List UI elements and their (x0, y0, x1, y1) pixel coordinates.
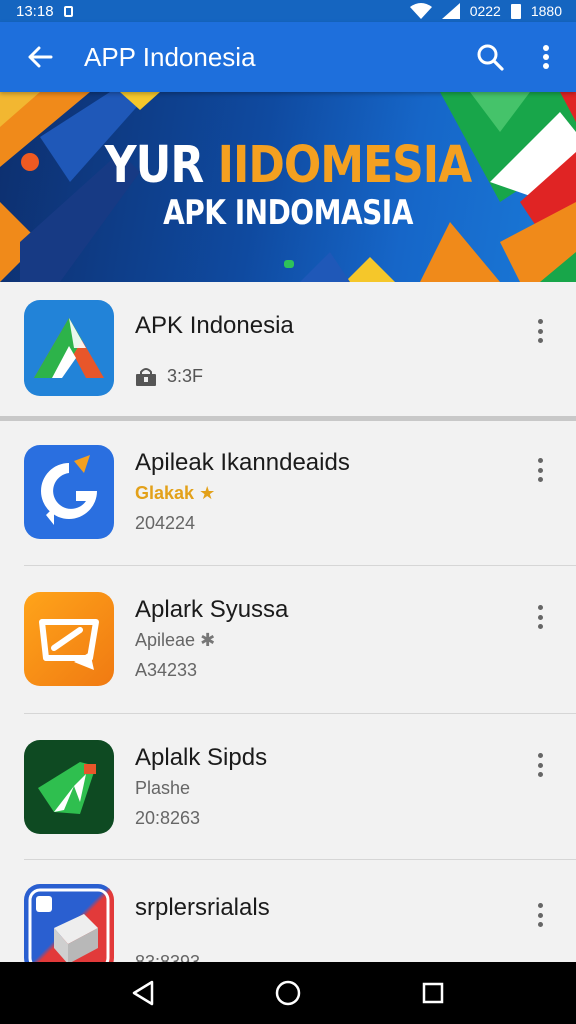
nav-back-button[interactable] (123, 973, 163, 1013)
app-meta-text: 204224 (135, 513, 196, 533)
status-data-text: 0222 (469, 3, 501, 19)
app-subtitle: Apileae ✱ (135, 630, 215, 651)
item-menu-button[interactable] (528, 602, 552, 632)
list-item[interactable]: Apileak Ikanndeaids Glakak ★ 204224 (0, 421, 576, 566)
app-name: Aplalk Sipds (135, 744, 268, 771)
banner-subheadline: APK INDOMASIA (163, 192, 413, 233)
app-subtitle-text: Apileae (135, 630, 196, 650)
arrow-back-icon (28, 46, 53, 68)
search-icon (477, 44, 504, 71)
list-item[interactable]: srplersrialals 83:8393 (0, 860, 576, 974)
gear-badge-icon: ✱ (200, 630, 216, 650)
g-chat-logo-icon (24, 445, 114, 539)
battery-text: 1880 (530, 3, 562, 19)
promo-banner[interactable]: YUR IIDOMESIA APK INDOMASIA (0, 92, 576, 282)
list-item[interactable]: APK Indonesia 3:3F (0, 282, 576, 416)
overflow-menu-button[interactable] (524, 35, 568, 79)
banner-headline-highlight: IIDOMESIA (217, 136, 473, 195)
more-vert-icon (543, 45, 549, 69)
app-meta-text: 20:8263 (135, 808, 201, 828)
banner-headline-prefix: YUR (104, 136, 218, 195)
nav-home-icon (275, 980, 301, 1006)
list-item[interactable]: Aplark Syussa Apileae ✱ A34233 (0, 566, 576, 714)
signal-icon (441, 3, 460, 19)
apk-a-logo-icon (24, 300, 114, 396)
app-name: Apileak Ikanndeaids (135, 449, 350, 476)
page-title: APP Indonesia (84, 41, 256, 72)
item-menu-button[interactable] (528, 900, 552, 930)
nav-recents-icon (423, 982, 444, 1004)
nav-home-button[interactable] (268, 973, 308, 1013)
screen: 13:18 0222 1880 APP Indonesia YUR IIDOME… (0, 0, 576, 1024)
system-nav-bar (0, 962, 576, 1024)
search-button[interactable] (468, 35, 512, 79)
item-menu-button[interactable] (528, 750, 552, 780)
app-meta-text: 3:3F (167, 366, 204, 386)
app-name: Aplark Syussa (135, 596, 289, 623)
status-bar: 13:18 0222 1880 (0, 0, 576, 22)
list-item[interactable]: Aplalk Sipds Plashe 20:8263 (0, 714, 576, 860)
notification-icon (63, 5, 73, 17)
app-meta-text: A34233 (135, 660, 198, 680)
app-subtitle-text: Plashe (135, 778, 191, 798)
nav-back-icon (132, 980, 153, 1006)
app-name: srplersrialals (135, 894, 270, 921)
app-name: APK Indonesia (135, 312, 294, 339)
red-blue-box-logo-icon (24, 884, 114, 974)
app-bar: APP Indonesia (0, 22, 576, 92)
wifi-icon (409, 3, 432, 19)
lock-icon (136, 367, 156, 386)
item-menu-button[interactable] (528, 316, 552, 346)
status-time: 13:18 (16, 2, 54, 20)
battery-icon (510, 3, 521, 19)
orange-share-logo-icon (24, 592, 114, 686)
banner-headline: YUR IIDOMESIA (0, 136, 576, 195)
star-icon: ★ (199, 483, 216, 503)
green-flag-logo-icon (24, 740, 114, 834)
item-menu-button[interactable] (528, 455, 552, 485)
app-meta: 3:3F (135, 366, 203, 387)
nav-recents-button[interactable] (413, 973, 453, 1013)
app-subtitle: Glakak ★ (135, 483, 215, 504)
app-subtitle-text: Glakak (135, 483, 195, 503)
back-button[interactable] (20, 37, 60, 77)
